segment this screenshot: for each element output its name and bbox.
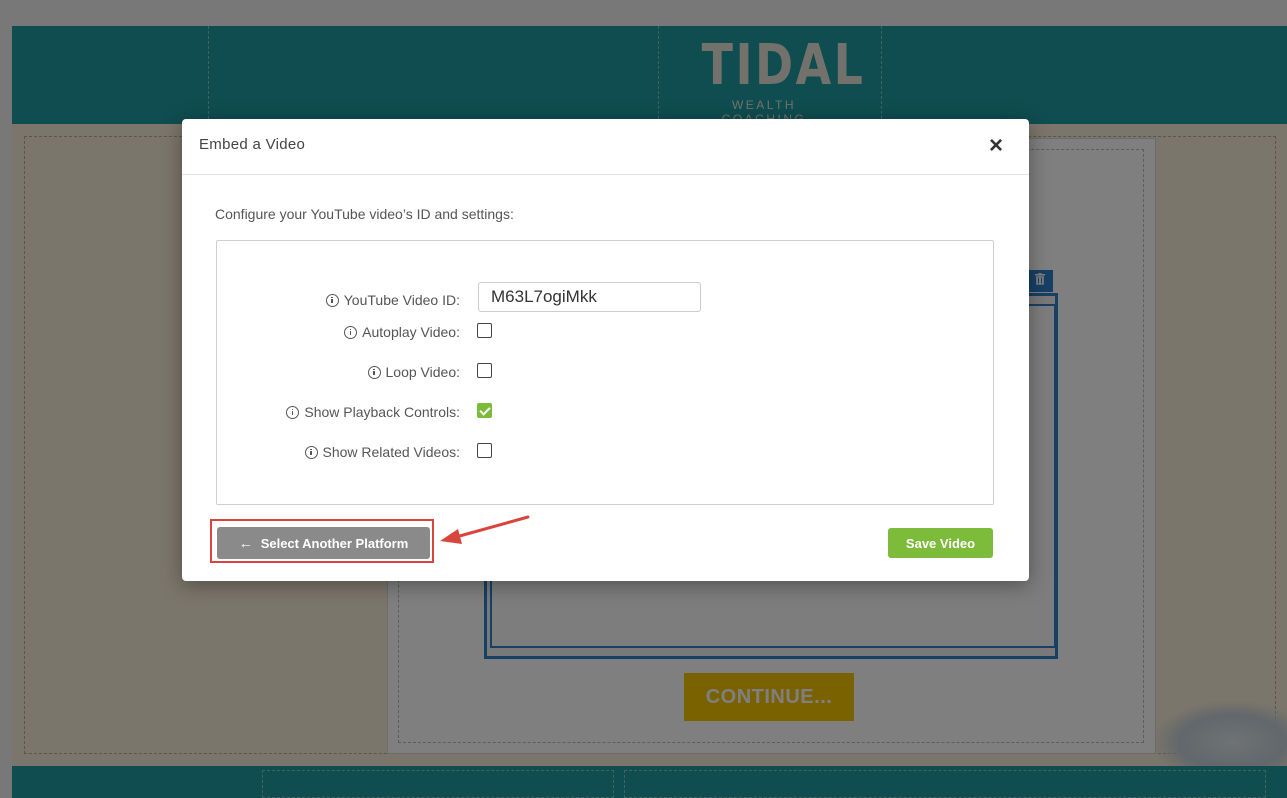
loop-label: Loop Video: [367, 364, 460, 380]
autoplay-checkbox[interactable] [477, 323, 492, 338]
video-id-label: YouTube Video ID: [325, 292, 460, 308]
loop-checkbox[interactable] [477, 363, 492, 378]
close-icon[interactable]: × [984, 133, 1008, 159]
save-video-button[interactable]: Save Video [888, 528, 993, 558]
autoplay-row: Autoplay Video: [217, 321, 993, 345]
info-icon[interactable] [304, 445, 318, 459]
modal-description: Configure your YouTube video’s ID and se… [215, 206, 514, 222]
modal-header: Embed a Video × [182, 119, 1029, 175]
related-videos-checkbox[interactable] [477, 443, 492, 458]
video-id-label-text: YouTube Video ID: [343, 292, 460, 308]
youtube-video-id-input[interactable] [478, 282, 701, 312]
info-icon[interactable] [344, 325, 358, 339]
video-settings-panel: YouTube Video ID: Autoplay Video: Loop V… [216, 240, 994, 505]
video-id-row: YouTube Video ID: [217, 282, 993, 313]
info-icon[interactable] [367, 365, 381, 379]
info-icon[interactable] [286, 405, 300, 419]
autoplay-label-text: Autoplay Video: [362, 324, 460, 340]
controls-row: Show Playback Controls: [217, 401, 993, 425]
loop-label-text: Loop Video: [385, 364, 460, 380]
related-label: Show Related Videos: [304, 444, 461, 460]
related-row: Show Related Videos: [217, 441, 993, 465]
controls-label: Show Playback Controls: [286, 404, 460, 420]
playback-controls-checkbox[interactable] [477, 403, 492, 418]
modal-title: Embed a Video [199, 136, 306, 153]
loop-row: Loop Video: [217, 361, 993, 385]
embed-video-modal: Embed a Video × Configure your YouTube v… [182, 119, 1029, 581]
related-label-text: Show Related Videos: [322, 444, 461, 460]
info-icon[interactable] [325, 293, 339, 307]
controls-label-text: Show Playback Controls: [304, 404, 460, 420]
annotation-highlight-box [210, 519, 434, 563]
autoplay-label: Autoplay Video: [344, 324, 460, 340]
